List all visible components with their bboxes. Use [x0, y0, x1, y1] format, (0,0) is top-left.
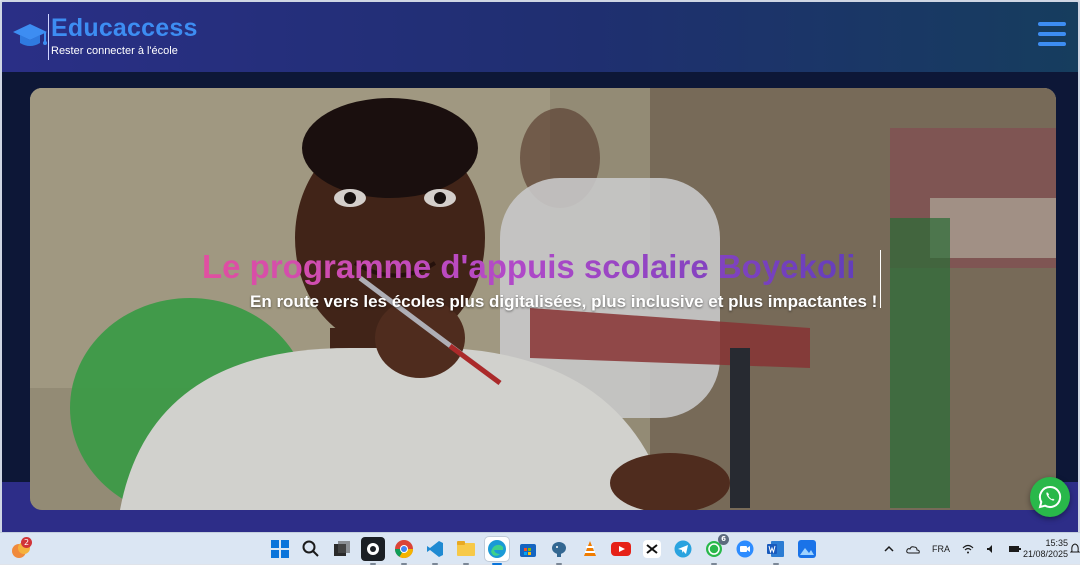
site-header: Educaccess Rester connecter à l'école	[2, 2, 1078, 72]
search-icon[interactable]	[299, 537, 323, 561]
github-icon[interactable]	[361, 537, 385, 565]
vscode-icon[interactable]	[423, 537, 447, 565]
windows-taskbar: 2 6 FRA 15:35 21/08/2025	[0, 532, 1080, 565]
windows-start-icon[interactable]	[268, 537, 292, 561]
unread-count-badge: 6	[718, 534, 729, 545]
brand-tagline: Rester connecter à l'école	[51, 45, 178, 57]
language-indicator[interactable]: FRA	[932, 544, 950, 554]
text-cursor	[880, 250, 881, 308]
store-icon[interactable]	[516, 537, 540, 561]
chrome-icon[interactable]	[392, 537, 416, 565]
onedrive-icon[interactable]	[906, 544, 920, 554]
hero-title: Le programme d'appuis scolaire Boyekoli	[202, 248, 892, 286]
file-explorer-icon[interactable]	[454, 537, 478, 565]
clock-date: 21/08/2025	[1022, 549, 1068, 559]
whatsapp-app-icon[interactable]: 6	[702, 534, 729, 565]
postgres-icon[interactable]	[547, 537, 571, 565]
page-body: Le programme d'appuis scolaire Boyekoli …	[2, 72, 1078, 532]
hamburger-bar	[1038, 42, 1066, 46]
capcut-icon[interactable]	[640, 537, 664, 561]
hero-subtitle: En route vers les écoles plus digitalisé…	[250, 292, 878, 311]
browser-viewport: Educaccess Rester connecter à l'école Le…	[0, 0, 1080, 532]
taskbar-clock[interactable]: 15:35 21/08/2025	[1018, 538, 1068, 560]
telegram-icon[interactable]	[671, 537, 695, 561]
notification-badge: 2	[21, 537, 32, 548]
photos-icon[interactable]	[795, 537, 819, 561]
hamburger-bar	[1038, 22, 1066, 26]
volume-icon[interactable]	[986, 544, 996, 554]
brand-name[interactable]: Educaccess	[51, 14, 198, 42]
whatsapp-chat-button[interactable]	[1030, 477, 1070, 517]
brand-block[interactable]: Educaccess Rester connecter à l'école	[48, 14, 198, 60]
system-tray: FRA	[884, 539, 1022, 559]
edge-icon[interactable]	[485, 537, 509, 565]
taskbar-apps: 6	[268, 534, 819, 565]
chevron-up-icon[interactable]	[884, 544, 894, 554]
word-icon[interactable]	[764, 537, 788, 565]
menu-toggle-button[interactable]	[1038, 22, 1068, 50]
task-view-icon[interactable]	[330, 537, 354, 561]
wifi-icon[interactable]	[962, 544, 974, 554]
notification-bell-icon[interactable]	[1070, 543, 1080, 555]
vlc-icon[interactable]	[578, 537, 602, 561]
zoom-icon[interactable]	[733, 537, 757, 561]
youtube-icon[interactable]	[609, 537, 633, 561]
graduation-cap-icon[interactable]	[12, 20, 48, 50]
hamburger-bar	[1038, 32, 1066, 36]
hero-banner: Le programme d'appuis scolaire Boyekoli …	[30, 88, 1056, 510]
clock-time: 15:35	[1045, 538, 1068, 548]
whatsapp-icon	[1038, 485, 1062, 509]
